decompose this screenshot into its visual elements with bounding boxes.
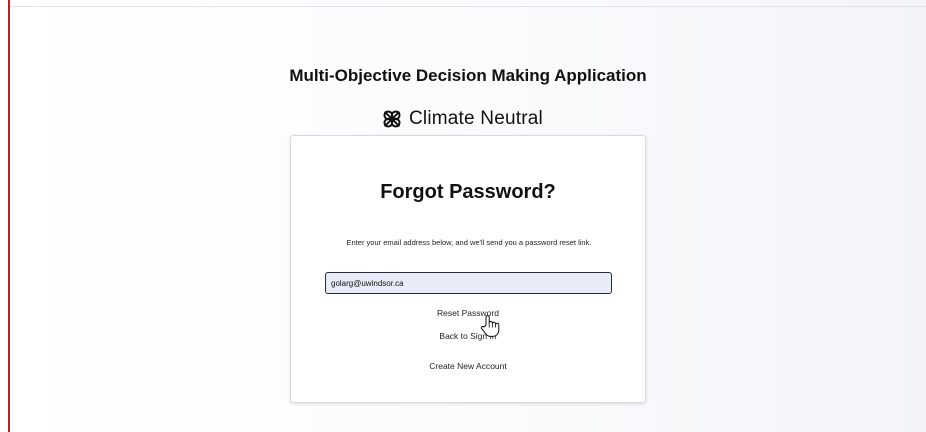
create-account-link[interactable]: Create New Account xyxy=(291,361,645,371)
window-top-divider xyxy=(10,6,926,7)
card-title: Forgot Password? xyxy=(380,181,556,203)
reset-password-button[interactable]: Reset Password xyxy=(291,308,645,318)
brand-name: Climate Neutral xyxy=(409,108,543,129)
email-field[interactable] xyxy=(325,272,612,294)
brand: Climate Neutral xyxy=(381,106,543,132)
instructions-text: Enter your email address below, and we'l… xyxy=(346,238,592,247)
window-left-edge xyxy=(8,0,10,432)
app-title: Multi-Objective Decision Making Applicat… xyxy=(289,66,647,85)
forgot-password-card: Forgot Password? Enter your email addres… xyxy=(290,135,646,403)
climate-neutral-logo-icon xyxy=(383,110,401,128)
back-to-sign-in-link[interactable]: Back to Sign In xyxy=(291,331,645,341)
